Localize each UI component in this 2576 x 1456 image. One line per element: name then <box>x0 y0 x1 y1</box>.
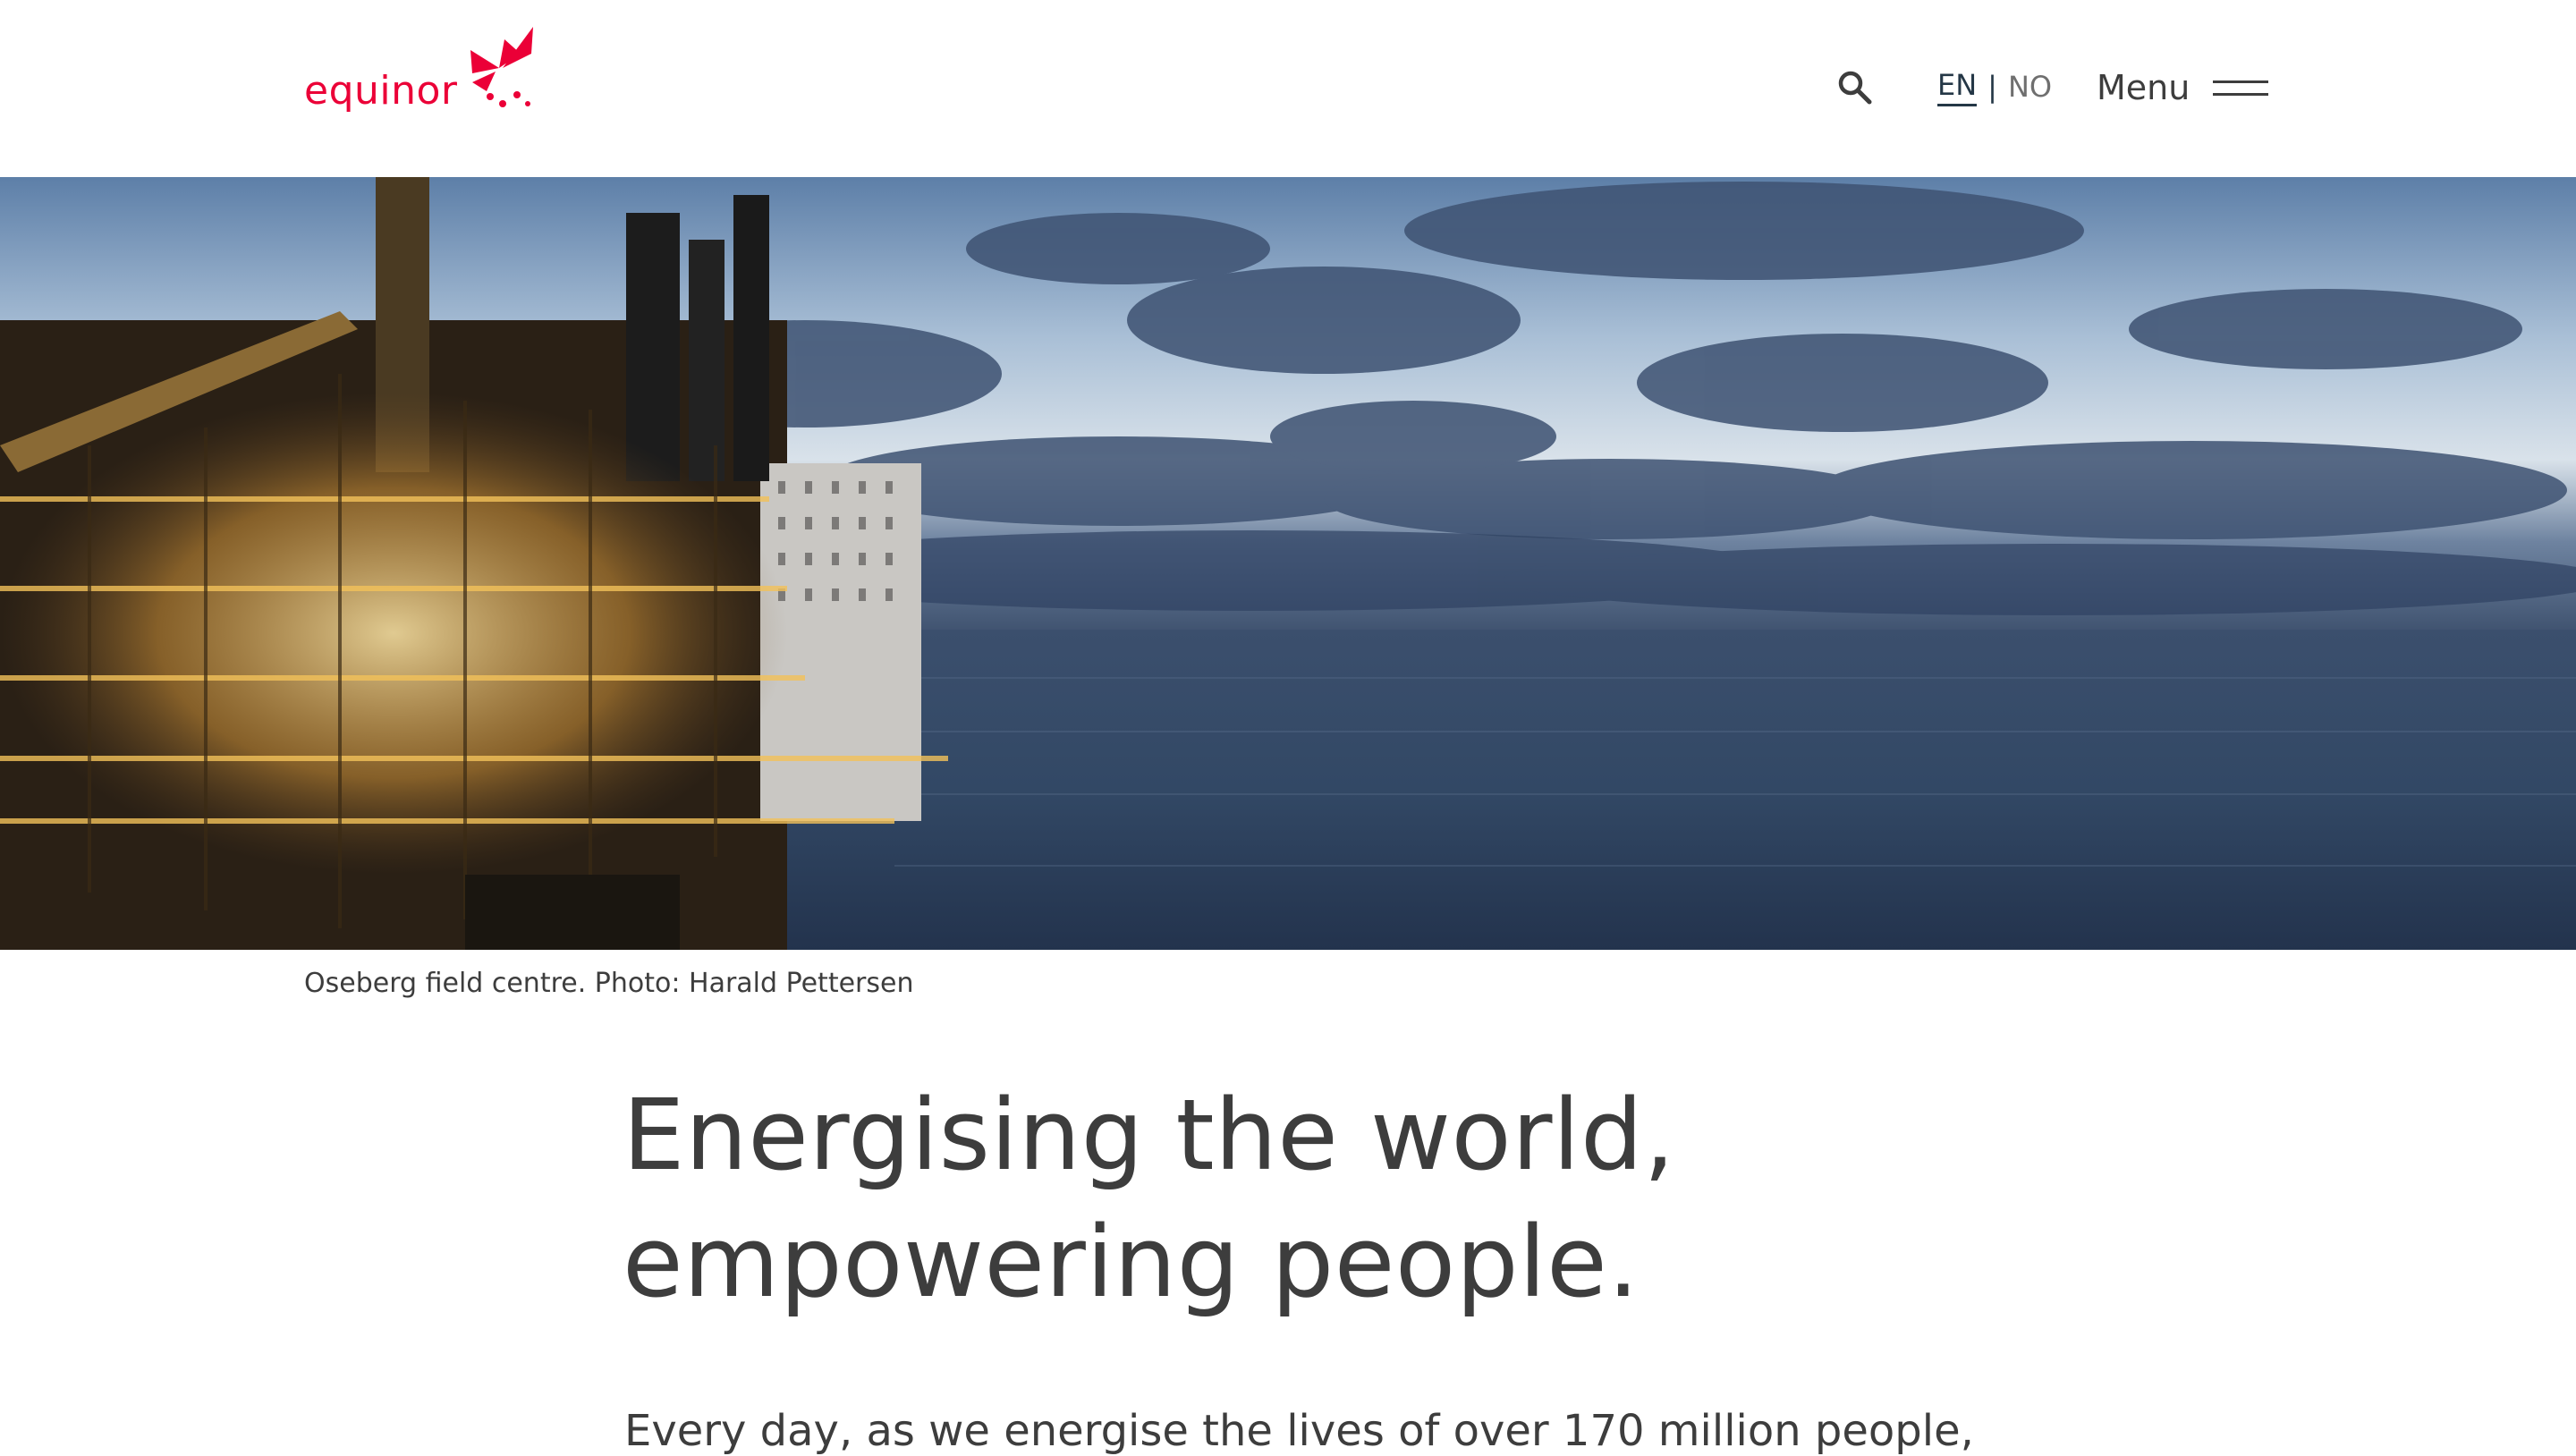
lang-separator: | <box>1987 70 1997 104</box>
headline-line-2: empowering people. <box>623 1205 1640 1319</box>
search-icon <box>1838 71 1872 105</box>
logo-wordmark: equinor <box>304 68 458 114</box>
site-header: equinor EN | NO Menu <box>0 0 2576 177</box>
hero-image <box>0 177 2576 950</box>
page: equinor EN | NO Menu Oseberg field centr… <box>0 0 2576 1456</box>
offshore-platform-photo <box>0 177 2576 950</box>
lead-paragraph: Every day, as we energise the lives of o… <box>624 1406 1974 1456</box>
equinor-star-icon <box>470 27 533 107</box>
equinor-logo[interactable]: equinor <box>304 27 537 125</box>
hamburger-icon <box>2213 77 2269 98</box>
page-headline: Energising the world, empowering people. <box>623 1071 1875 1325</box>
headline-line-1: Energising the world, <box>623 1078 1675 1192</box>
language-switcher: EN | NO <box>1937 66 2052 107</box>
hero-caption: Oseberg field centre. Photo: Harald Pett… <box>304 968 914 999</box>
menu-label: Menu <box>2097 68 2190 107</box>
search-button[interactable] <box>1835 68 1875 107</box>
lang-no-link[interactable]: NO <box>2008 70 2052 104</box>
lang-en-link[interactable]: EN <box>1937 68 1978 106</box>
menu-button[interactable]: Menu <box>2097 63 2269 113</box>
